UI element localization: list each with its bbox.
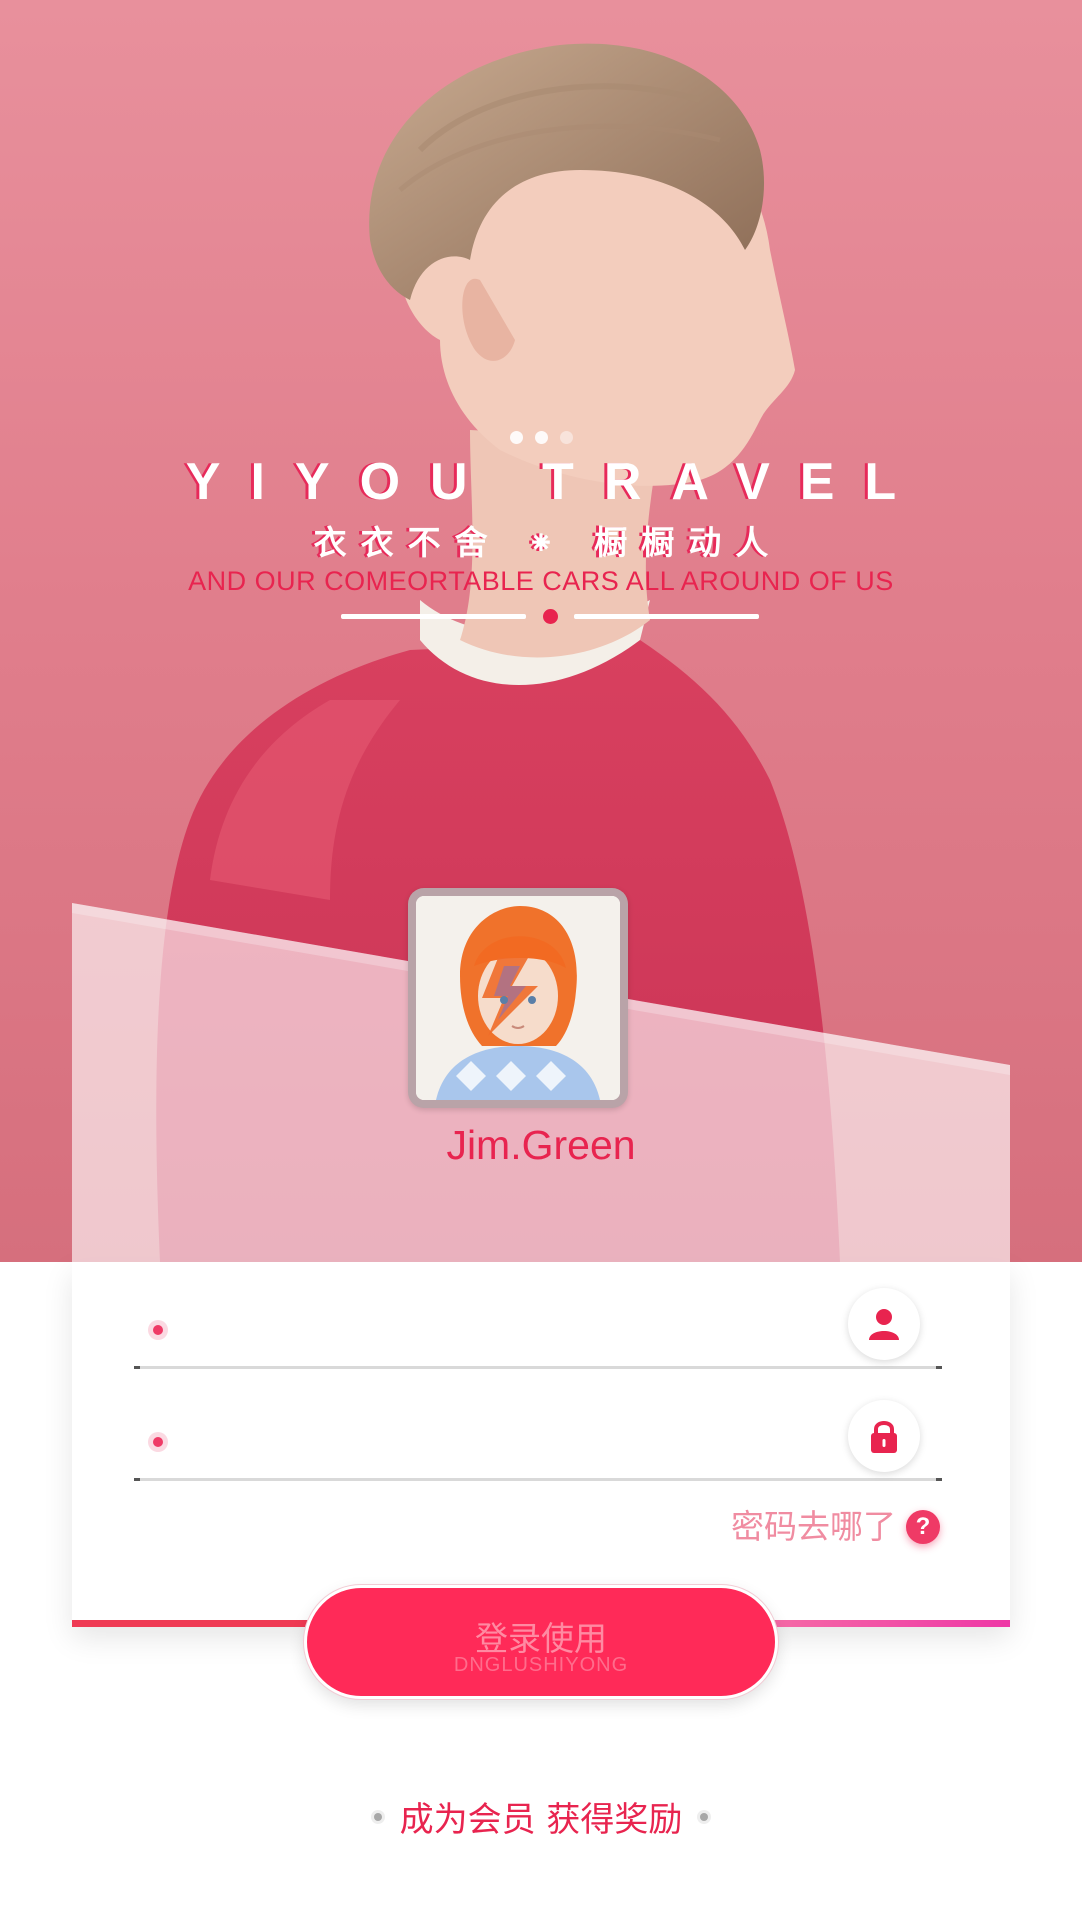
card-accent-bar-right	[770, 1620, 1010, 1627]
register-label[interactable]: 成为会员 获得奖励	[400, 1800, 683, 1840]
field-bullet-icon	[148, 1432, 168, 1452]
help-icon[interactable]: ?	[906, 1510, 940, 1544]
avatar[interactable]	[408, 888, 628, 1108]
password-input[interactable]	[184, 1414, 788, 1472]
user-icon[interactable]	[848, 1288, 920, 1360]
register-link[interactable]: 成为会员 获得奖励	[0, 1792, 1082, 1842]
username-label: Jim.Green	[446, 1122, 636, 1168]
field-underline	[134, 1366, 942, 1369]
carousel-dot[interactable]	[509, 431, 523, 444]
carousel-indicators[interactable]	[0, 431, 1082, 444]
username-input[interactable]	[184, 1302, 788, 1360]
username-field	[134, 1280, 942, 1380]
carousel-dot[interactable]	[534, 431, 548, 444]
brand-slogan: 衣衣不舍 ⁕ 橱橱动人	[313, 523, 783, 562]
lock-icon[interactable]	[848, 1400, 920, 1472]
decor-dot	[700, 1812, 709, 1821]
child-portrait-avatar-icon	[416, 896, 620, 1100]
field-bullet-icon	[148, 1320, 168, 1340]
forgot-password-label[interactable]: 密码去哪了	[731, 1507, 896, 1546]
password-field	[134, 1392, 942, 1492]
carousel-dot[interactable]	[559, 431, 573, 444]
decor-dot	[373, 1812, 382, 1821]
field-underline	[134, 1478, 942, 1481]
card-accent-bar-left	[72, 1620, 312, 1627]
forgot-password-link[interactable]: 密码去哪了?	[731, 1505, 940, 1549]
login-button-sublabel: DNGLUSHIYONG	[453, 1654, 629, 1676]
title-divider	[341, 609, 759, 624]
login-button[interactable]: 登录使用 DNGLUSHIYONG	[304, 1585, 778, 1699]
brand-title: YIYOU TRAVEL	[185, 453, 927, 511]
brand-tagline: AND OUR COMEORTABLE CARS ALL AROUND OF U…	[188, 566, 894, 596]
login-button-label: 登录使用	[475, 1619, 607, 1658]
